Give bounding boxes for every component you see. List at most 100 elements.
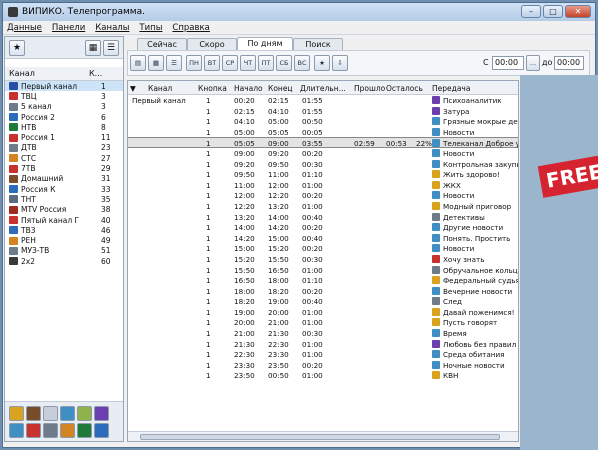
channel-item[interactable]: Пятый канал Г 40: [5, 215, 123, 225]
horizontal-scrollbar[interactable]: [128, 431, 518, 441]
table-row[interactable]: 1 23:50 00:50 01:00 КВН: [128, 370, 518, 381]
table-row[interactable]: 1 18:20 19:00 00:40 След: [128, 296, 518, 307]
list-view-icon[interactable]: ☰: [103, 40, 119, 56]
channel-item[interactable]: СТС 27: [5, 153, 123, 163]
column-program[interactable]: Передача: [432, 84, 470, 93]
sort-chevron-icon[interactable]: ▼: [130, 84, 136, 93]
channel-item[interactable]: Домашний 31: [5, 174, 123, 184]
tab-now[interactable]: Сейчас: [137, 38, 187, 50]
list-icon[interactable]: ☰: [166, 55, 182, 71]
table-row[interactable]: 1 09:20 09:50 00:30 Контрольная закупка: [128, 159, 518, 170]
maximize-button[interactable]: □: [543, 5, 563, 18]
channel-item[interactable]: ТВЦ 3: [5, 91, 123, 101]
table-row[interactable]: 1 19:00 20:00 01:00 Давай поженимся!: [128, 307, 518, 318]
table-row[interactable]: 1 13:20 14:00 00:40 Детективы: [128, 212, 518, 223]
minimize-button[interactable]: –: [521, 5, 541, 18]
document-icon[interactable]: [43, 406, 58, 421]
table-row[interactable]: 1 21:30 22:30 01:00 Любовь без правил: [128, 339, 518, 350]
table-row[interactable]: 1 21:00 21:30 00:30 Время: [128, 328, 518, 339]
sport-icon[interactable]: [60, 423, 75, 438]
table-row[interactable]: 1 14:20 15:00 00:40 Понять. Простить: [128, 233, 518, 244]
column-end[interactable]: Конец: [268, 84, 293, 93]
table-row[interactable]: 1 05:00 05:05 00:05 Новости: [128, 127, 518, 138]
column-duration[interactable]: Длительн...: [300, 84, 346, 93]
nature-icon[interactable]: [77, 423, 92, 438]
table-row[interactable]: 1 11:00 12:00 01:00 ЖКХ: [128, 180, 518, 191]
channel-item[interactable]: Россия К 33: [5, 184, 123, 194]
table-row[interactable]: 1 15:20 15:50 00:30 Хочу знать: [128, 254, 518, 265]
channel-item[interactable]: НТВ 8: [5, 122, 123, 132]
channel-item[interactable]: ДТВ 23: [5, 143, 123, 153]
channel-item[interactable]: 2x2 60: [5, 256, 123, 266]
channel-column-header[interactable]: Канал: [9, 69, 89, 78]
favorites-icon[interactable]: ★: [314, 55, 330, 71]
day-thursday-button[interactable]: ЧТ: [240, 55, 256, 71]
globe-icon[interactable]: [60, 406, 75, 421]
table-row[interactable]: 1 14:00 14:20 00:20 Другие новости: [128, 222, 518, 233]
table-row[interactable]: 1 22:30 23:30 01:00 Среда обитания: [128, 349, 518, 360]
heart-icon[interactable]: [26, 423, 41, 438]
settings-icon[interactable]: [77, 406, 92, 421]
column-passed[interactable]: Прошло: [354, 84, 385, 93]
table-row[interactable]: 1 15:00 15:20 00:20 Новости: [128, 243, 518, 254]
table-row[interactable]: 1 09:00 09:20 00:20 Новости: [128, 148, 518, 159]
table-row[interactable]: 1 04:10 05:00 00:50 Грязные мокрые день: [128, 116, 518, 127]
tv-icon[interactable]: [9, 423, 24, 438]
grid-icon[interactable]: ▦: [148, 55, 164, 71]
export-icon[interactable]: ⇩: [332, 55, 348, 71]
scrollbar-thumb[interactable]: [140, 434, 500, 440]
day-saturday-button[interactable]: СБ: [276, 55, 292, 71]
day-tuesday-button[interactable]: ВТ: [204, 55, 220, 71]
day-friday-button[interactable]: ПТ: [258, 55, 274, 71]
table-row[interactable]: 1 12:20 13:20 01:00 Модный приговор: [128, 201, 518, 212]
column-remaining[interactable]: Осталось: [386, 84, 423, 93]
menu-channels[interactable]: Каналы: [95, 23, 129, 33]
column-start[interactable]: Начало: [234, 84, 263, 93]
channel-item[interactable]: ТВ3 46: [5, 225, 123, 235]
menu-panels[interactable]: Панели: [52, 23, 85, 33]
table-row[interactable]: 1 23:30 23:50 00:20 Ночные новости: [128, 360, 518, 371]
table-row[interactable]: 1 12:00 12:20 00:20 Новости: [128, 190, 518, 201]
day-wednesday-button[interactable]: СР: [222, 55, 238, 71]
tab-by-days[interactable]: По дням: [237, 37, 293, 50]
channel-item[interactable]: Россия 2 6: [5, 112, 123, 122]
menu-types[interactable]: Типы: [139, 23, 162, 33]
close-button[interactable]: ✕: [565, 5, 591, 18]
time-to-input[interactable]: 00:00: [554, 56, 584, 70]
channel-item[interactable]: МУЗ-ТВ 51: [5, 246, 123, 256]
tab-search[interactable]: Поиск: [293, 38, 343, 50]
menu-help[interactable]: Справка: [172, 23, 209, 33]
folder-icon[interactable]: [9, 406, 24, 421]
day-monday-button[interactable]: ПН: [186, 55, 202, 71]
table-row[interactable]: 1 18:00 18:20 00:20 Вечерние новости: [128, 286, 518, 297]
box-icon[interactable]: [26, 406, 41, 421]
table-row[interactable]: 1 15:50 16:50 01:00 Обручальное кольцо: [128, 265, 518, 276]
table-row[interactable]: 1 02:15 04:10 01:55 Затура: [128, 106, 518, 117]
channel-item[interactable]: РЕН 49: [5, 235, 123, 245]
number-column-header[interactable]: К...: [89, 69, 119, 78]
time-from-more-button[interactable]: ...: [526, 55, 540, 71]
menu-data[interactable]: Данные: [7, 23, 42, 33]
table-row[interactable]: 1 05:05 09:00 03:55 02:59 00:53 22% Телеканал Д…: [128, 137, 518, 148]
table-row[interactable]: 1 09:50 11:00 01:10 Жить здорово!: [128, 169, 518, 180]
channel-item[interactable]: ТНТ 35: [5, 194, 123, 204]
filter-icon[interactable]: [94, 406, 109, 421]
column-button[interactable]: Кнопка: [198, 84, 227, 93]
channel-item[interactable]: 7ТВ 29: [5, 163, 123, 173]
channel-item[interactable]: MTV Россия 38: [5, 205, 123, 215]
column-channel[interactable]: Канал: [148, 84, 172, 93]
film-icon[interactable]: [43, 423, 58, 438]
day-sunday-button[interactable]: ВС: [294, 55, 310, 71]
channel-item[interactable]: Россия 1 11: [5, 132, 123, 142]
channel-item[interactable]: 5 канал 3: [5, 102, 123, 112]
channel-item[interactable]: Первый канал 1: [5, 81, 123, 92]
time-from-input[interactable]: 00:00: [492, 56, 524, 70]
channel-logo-icon[interactable]: ★: [9, 40, 25, 56]
grid-view-icon[interactable]: ▦: [85, 40, 101, 56]
table-row[interactable]: 1 16:50 18:00 01:10 Федеральный судья: [128, 275, 518, 286]
table-row[interactable]: Первый канал 1 00:20 02:15 01:55 Психоаналити…: [128, 95, 518, 106]
print-icon[interactable]: ▤: [130, 55, 146, 71]
tab-soon[interactable]: Скоро: [187, 38, 237, 50]
table-row[interactable]: 1 20:00 21:00 01:00 Пусть говорят: [128, 317, 518, 328]
news-icon[interactable]: [94, 423, 109, 438]
